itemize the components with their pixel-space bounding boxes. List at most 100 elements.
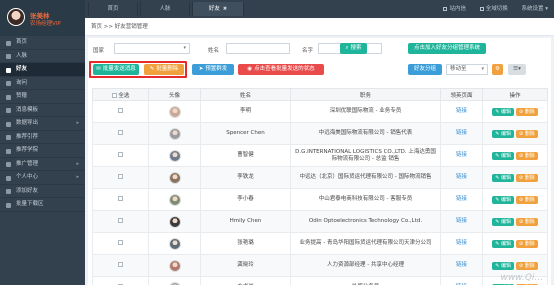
delete-button[interactable]: ⊘ 删除 (516, 151, 538, 160)
close-icon[interactable]: ✖ (223, 6, 227, 12)
linkedin-cell: 链接 (440, 188, 483, 211)
row-checkbox[interactable] (118, 262, 123, 267)
select-cell (92, 232, 149, 255)
friend-group-button[interactable]: 好友分组 (408, 64, 442, 75)
sidebar-item[interactable]: 数据导出 ▸ (0, 117, 85, 131)
linkedin-link[interactable]: 链接 (456, 108, 467, 114)
row-checkbox[interactable] (118, 130, 123, 135)
select-all-checkbox[interactable] (111, 92, 117, 98)
top-right-links: 站内信 全域切换 系统设置 ▾ (431, 0, 548, 18)
preset-send-label: 预置群发 (205, 66, 228, 72)
name-cell: Hmily Chen (200, 210, 291, 233)
tab-home[interactable]: 首页 (88, 2, 138, 16)
edit-label: 编辑 (500, 174, 511, 181)
trash-icon: ⊘ (519, 240, 524, 247)
row-checkbox[interactable] (118, 108, 123, 113)
name-cell: 李小春 (200, 188, 291, 211)
linkedin-link[interactable]: 链接 (456, 130, 467, 136)
view-status-button[interactable]: ◉ 点击查看批量发送的状态 (238, 64, 324, 75)
delete-button[interactable]: ⊘ 删除 (516, 195, 538, 204)
delete-button[interactable]: ⊘ 删除 (516, 239, 538, 248)
sidebar-item[interactable]: 首页 (0, 36, 85, 50)
table-row: 方书兰外贸业务员链接✎ 编辑⊘ 删除 (92, 276, 548, 285)
template-icon (6, 108, 11, 113)
tab-contacts-label: 人脉 (159, 6, 171, 12)
delete-button[interactable]: ⊘ 删除 (516, 107, 538, 116)
linkedin-link[interactable]: 链接 (456, 262, 467, 268)
batch-delete-button[interactable]: ✎ 批量删除 (144, 64, 184, 75)
linkedin-link[interactable]: 链接 (456, 196, 467, 202)
sidebar-item[interactable]: 添加好友 (0, 185, 85, 198)
edit-button[interactable]: ✎ 编辑 (492, 107, 514, 116)
edit-button[interactable]: ✎ 编辑 (492, 261, 514, 270)
sidebar-item[interactable]: 推荐学院 (0, 144, 85, 158)
row-checkbox[interactable] (118, 152, 123, 157)
chevron-down-icon: ▾ (183, 45, 186, 51)
sidebar-item[interactable]: 个人中心 ▸ (0, 171, 85, 185)
user-profile[interactable]: 张美林 农场经理VIP (0, 0, 85, 36)
title-header: 职务 (290, 88, 441, 101)
title-cell: 深圳优联国际物流 - 业务专员 (290, 100, 441, 123)
edit-button[interactable]: ✎ 编辑 (492, 217, 514, 226)
friend-icon (6, 67, 11, 73)
batch-send-button[interactable]: ✉ 批量发送消息 (93, 64, 139, 75)
linkedin-link[interactable]: 链接 (456, 218, 467, 224)
name-cell: 龚晓玲 (200, 254, 291, 277)
sidebar-item[interactable]: 消息模板 (0, 104, 85, 117)
trash-icon: ⊘ (519, 262, 524, 269)
edit-button[interactable]: ✎ 编辑 (492, 129, 514, 138)
tab-friends[interactable]: 好友 ✖ (192, 2, 244, 16)
delete-button[interactable]: ⊘ 删除 (516, 217, 538, 226)
site-link[interactable]: 站内信 (443, 6, 466, 12)
batch-send-label: 批量发送消息 (102, 66, 136, 72)
trash-icon: ⊘ (519, 196, 524, 203)
trash-icon: ⊘ (519, 152, 524, 159)
edit-button[interactable]: ✎ 编辑 (492, 239, 514, 248)
tab-contacts[interactable]: 人脉 (140, 2, 190, 16)
sidebar-item-label: 添加好友 (16, 187, 39, 194)
search-button[interactable]: ⌕ 搜索 (340, 43, 367, 54)
linkedin-link[interactable]: 链接 (456, 152, 467, 158)
linkedin-link[interactable]: 链接 (456, 174, 467, 180)
actions-cell: ✎ 编辑⊘ 删除 (482, 232, 548, 255)
sidebar-item[interactable]: 好友 (0, 63, 85, 77)
column-toggle-button[interactable]: ☰▾ (508, 64, 526, 75)
edit-button[interactable]: ✎ 编辑 (492, 151, 514, 160)
delete-button[interactable]: ⊘ 删除 (516, 261, 538, 270)
select-cell (92, 144, 149, 167)
row-checkbox[interactable] (118, 174, 123, 179)
move-to-select[interactable]: 移动至 ▾ (446, 64, 488, 75)
sidebar-item[interactable]: 推广管理 ▸ (0, 158, 85, 171)
row-checkbox[interactable] (118, 196, 123, 201)
name-input[interactable] (226, 43, 290, 54)
school-icon (6, 148, 11, 154)
sidebar-item-label: 推荐学院 (16, 147, 39, 153)
table-row: 李明 深圳优联国际物流 - 业务专员 链接 ✎ 编辑 ⊘ 删除 (92, 100, 548, 123)
join-group-button[interactable]: 点击加入好友分组管理系统 (408, 43, 486, 54)
search-icon: ⌕ (345, 45, 349, 51)
sidebar-item[interactable]: 赞赠 (0, 90, 85, 104)
gear-button[interactable]: ⚙ (492, 64, 503, 75)
delete-button[interactable]: ⊘ 删除 (516, 129, 538, 138)
linkedin-link[interactable]: 链接 (456, 240, 467, 246)
sidebar-item-label: 推荐引荐 (16, 133, 39, 140)
sidebar-item[interactable]: 人脉 (0, 50, 85, 63)
delete-button[interactable]: ⊘ 删除 (516, 173, 538, 182)
preset-send-button[interactable]: ➤ 预置群发 (192, 64, 234, 75)
select-all-header[interactable]: 全选 (92, 88, 149, 101)
edit-button[interactable]: ✎ 编辑 (492, 173, 514, 182)
sidebar-item[interactable]: 推荐引荐 (0, 131, 85, 144)
settings-link[interactable]: 系统设置 ▾ (521, 6, 548, 12)
recommend-icon (6, 135, 11, 140)
row-checkbox[interactable] (118, 218, 123, 223)
sidebar-item[interactable]: 询问 (0, 77, 85, 90)
title-cell: 业务提高 - 青岛华阳国际货运代理有限公司天津分公司 (290, 232, 441, 255)
country-select[interactable]: ▾ (114, 43, 190, 54)
edit-label: 编辑 (500, 108, 511, 115)
switch-link[interactable]: 全域切换 (479, 6, 508, 12)
sidebar-item[interactable]: 批量下载区 (0, 198, 85, 212)
add-friend-icon (6, 189, 11, 194)
edit-button[interactable]: ✎ 编辑 (492, 195, 514, 204)
linkedin-cell: 链接 (440, 210, 483, 233)
row-checkbox[interactable] (118, 240, 123, 245)
